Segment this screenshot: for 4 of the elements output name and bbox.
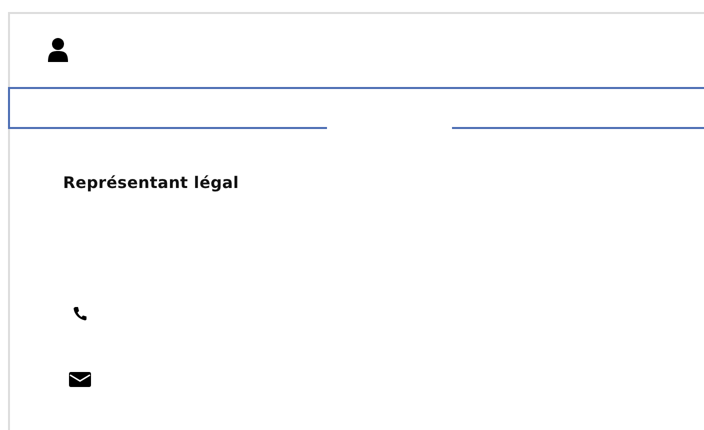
user-icon <box>47 38 69 63</box>
phone-icon <box>73 306 87 321</box>
mail-icon <box>69 372 91 387</box>
section-title: Représentant légal <box>63 173 240 192</box>
